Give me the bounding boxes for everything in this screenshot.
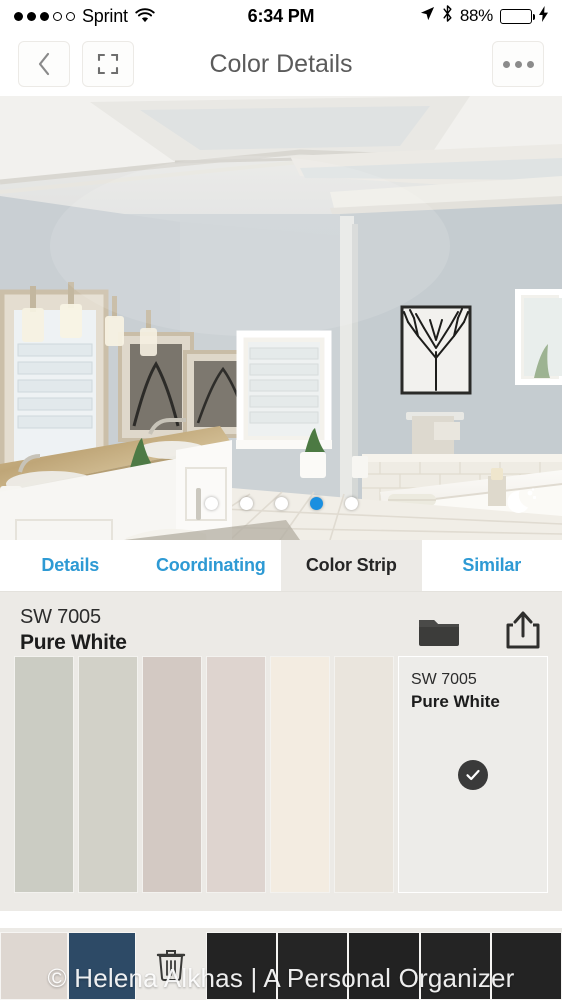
saved-colors-row — [0, 928, 562, 1000]
carrier-label: Sprint — [82, 5, 128, 26]
navigation-bar: Color Details — [0, 32, 562, 96]
selected-swatch-code: SW 7005 — [411, 671, 477, 688]
tab-color-strip[interactable]: Color Strip — [281, 540, 422, 591]
battery-percent-label: 88% — [459, 6, 493, 25]
color-swatch-6[interactable] — [334, 656, 394, 893]
saved-swatch-dark-1[interactable] — [206, 932, 278, 1000]
share-upload-icon[interactable] — [504, 610, 542, 655]
moon-stars-icon[interactable] — [504, 484, 540, 520]
more-horizontal-icon — [502, 60, 534, 68]
back-button[interactable] — [18, 41, 70, 87]
fullscreen-expand-icon — [96, 52, 120, 76]
carousel-dot-4[interactable] — [309, 497, 323, 510]
tab-similar[interactable]: Similar — [421, 540, 562, 591]
color-code: SW 7005 — [20, 606, 101, 628]
saved-swatch-navy[interactable] — [68, 932, 136, 1000]
folder-icon[interactable] — [418, 613, 460, 652]
saved-swatch-light[interactable] — [0, 932, 68, 1000]
color-swatch-3[interactable] — [142, 656, 202, 893]
location-arrow-icon — [420, 6, 435, 26]
color-swatch-2[interactable] — [78, 656, 138, 893]
carousel-dot-5[interactable] — [344, 497, 358, 510]
chevron-left-icon — [37, 52, 51, 76]
bluetooth-icon — [442, 5, 453, 27]
tab-coordinating[interactable]: Coordinating — [140, 540, 281, 591]
selected-swatch-name: Pure White — [411, 692, 500, 711]
expand-fullscreen-button[interactable] — [82, 41, 134, 87]
color-swatch-5[interactable] — [270, 656, 330, 893]
carousel-dot-2[interactable] — [239, 497, 253, 510]
status-bar: Sprint 6:34 PM 88% — [0, 0, 562, 32]
saved-swatch-dark-5[interactable] — [490, 932, 562, 1000]
tab-bar: Details Coordinating Color Strip Similar — [0, 540, 562, 592]
saved-swatch-dark-3[interactable] — [348, 932, 420, 1000]
color-identity: SW 7005 Pure White — [20, 606, 127, 655]
more-options-button[interactable] — [492, 41, 544, 87]
carousel-dot-1[interactable] — [204, 497, 218, 510]
status-bar-right: 88% — [420, 5, 548, 27]
delete-button[interactable] — [136, 932, 206, 1000]
saved-swatch-dark-4[interactable] — [419, 932, 491, 1000]
color-header-actions — [418, 606, 542, 655]
color-header: SW 7005 Pure White — [0, 592, 562, 656]
wifi-icon — [135, 8, 155, 24]
lightning-bolt-icon — [539, 5, 548, 27]
battery-icon — [500, 8, 535, 24]
color-name: Pure White — [20, 631, 127, 654]
app-screen: Sprint 6:34 PM 88% Color Details Details… — [0, 0, 562, 1000]
room-photo[interactable] — [0, 96, 562, 540]
carousel-dots[interactable] — [0, 497, 562, 510]
color-swatch-selected[interactable]: SW 7005 Pure White — [398, 656, 548, 893]
saved-swatch-dark-2[interactable] — [277, 932, 349, 1000]
color-swatch-4[interactable] — [206, 656, 266, 893]
carousel-dot-3[interactable] — [274, 497, 288, 510]
tab-details[interactable]: Details — [0, 540, 141, 591]
color-strip-panel: SW 7005 Pure White — [0, 656, 562, 911]
signal-strength-icon — [14, 11, 75, 21]
color-strip: SW 7005 Pure White — [14, 656, 548, 893]
color-swatch-1[interactable] — [14, 656, 74, 893]
status-bar-left: Sprint — [14, 6, 155, 27]
trash-icon — [156, 947, 186, 986]
check-circle-icon — [458, 759, 488, 790]
